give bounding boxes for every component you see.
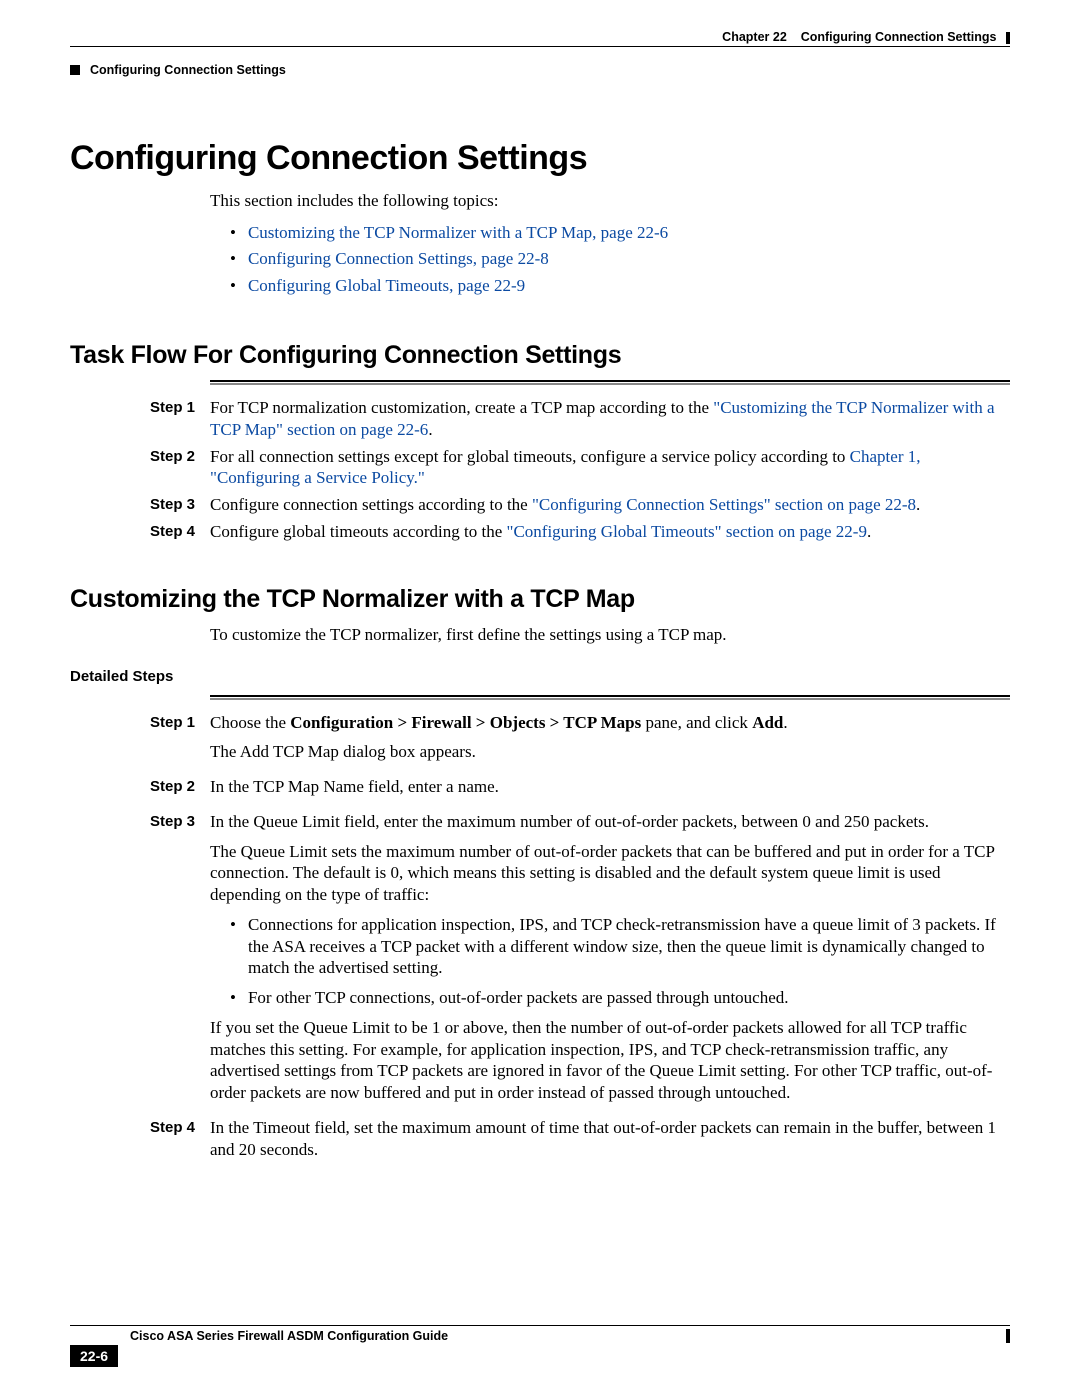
step-text: In the TCP Map Name field, enter a name. xyxy=(210,776,1010,798)
step-text: For all connection settings except for g… xyxy=(210,447,850,466)
step-text: The Add TCP Map dialog box appears. xyxy=(210,741,1010,763)
task-step-2: Step 2 For all connection settings excep… xyxy=(150,446,1010,490)
customizing-intro: To customize the TCP normalizer, first d… xyxy=(210,624,1010,646)
step-link[interactable]: "Configuring Connection Settings" sectio… xyxy=(532,495,916,514)
step-text: The Queue Limit sets the maximum number … xyxy=(210,841,1010,906)
menu-path: Configuration > Firewall > Objects > TCP… xyxy=(290,713,641,732)
step-link[interactable]: "Configuring Global Timeouts" section on… xyxy=(507,522,867,541)
intro-link-list: Customizing the TCP Normalizer with a TC… xyxy=(230,220,1010,299)
step-label: Step 2 xyxy=(150,446,210,490)
detailed-step-3: Step 3 In the Queue Limit field, enter t… xyxy=(150,811,1010,1112)
page-title: Configuring Connection Settings xyxy=(70,139,1010,178)
page-header: Chapter 22 Configuring Connection Settin… xyxy=(70,30,1010,44)
queue-limit-bullets: Connections for application inspection, … xyxy=(210,914,1010,1009)
link-global-timeouts[interactable]: Configuring Global Timeouts, page 22-9 xyxy=(248,276,525,295)
step-text: For TCP normalization customization, cre… xyxy=(210,398,713,417)
step-label: Step 1 xyxy=(150,397,210,441)
step-label: Step 2 xyxy=(150,776,210,806)
list-item: Connections for application inspection, … xyxy=(230,914,1010,979)
chapter-label: Chapter 22 xyxy=(722,30,787,44)
step-label: Step 3 xyxy=(150,811,210,1112)
link-tcp-map[interactable]: Customizing the TCP Normalizer with a TC… xyxy=(248,223,668,242)
detailed-step-4: Step 4 In the Timeout field, set the max… xyxy=(150,1117,1010,1169)
footer-bar-icon xyxy=(1006,1329,1010,1343)
step-text: If you set the Queue Limit to be 1 or ab… xyxy=(210,1017,1010,1104)
task-step-4: Step 4 Configure global timeouts accordi… xyxy=(150,521,1010,543)
chapter-title: Configuring Connection Settings xyxy=(801,30,997,44)
detailed-steps-heading: Detailed Steps xyxy=(70,668,1010,685)
step-text: Configure global timeouts according to t… xyxy=(210,522,507,541)
section-title: Configuring Connection Settings xyxy=(90,63,286,77)
footer-guide-title: Cisco ASA Series Firewall ASDM Configura… xyxy=(130,1329,448,1343)
step-text: In the Timeout field, set the maximum am… xyxy=(210,1117,1010,1161)
intro-text: This section includes the following topi… xyxy=(210,190,1010,212)
step-label: Step 4 xyxy=(150,521,210,543)
step-text: Configure connection settings according … xyxy=(210,495,532,514)
task-flow-heading: Task Flow For Configuring Connection Set… xyxy=(70,341,1010,370)
square-icon xyxy=(70,65,80,75)
step-label: Step 3 xyxy=(150,494,210,516)
divider xyxy=(210,380,1010,385)
add-label: Add xyxy=(752,713,783,732)
step-text: In the Queue Limit field, enter the maxi… xyxy=(210,811,1010,833)
page-footer: Cisco ASA Series Firewall ASDM Configura… xyxy=(70,1325,1010,1367)
section-breadcrumb: Configuring Connection Settings xyxy=(70,61,1010,79)
link-conn-settings[interactable]: Configuring Connection Settings, page 22… xyxy=(248,249,549,268)
header-separator xyxy=(70,46,1010,47)
page-number: 22-6 xyxy=(70,1345,118,1367)
header-bar-icon xyxy=(1006,32,1010,44)
list-item: For other TCP connections, out-of-order … xyxy=(230,987,1010,1009)
divider xyxy=(210,695,1010,700)
customizing-heading: Customizing the TCP Normalizer with a TC… xyxy=(70,585,1010,614)
step-label: Step 1 xyxy=(150,712,210,772)
step-label: Step 4 xyxy=(150,1117,210,1169)
detailed-step-2: Step 2 In the TCP Map Name field, enter … xyxy=(150,776,1010,806)
task-step-3: Step 3 Configure connection settings acc… xyxy=(150,494,1010,516)
detailed-step-1: Step 1 Choose the Configuration > Firewa… xyxy=(150,712,1010,772)
task-step-1: Step 1 For TCP normalization customizati… xyxy=(150,397,1010,441)
